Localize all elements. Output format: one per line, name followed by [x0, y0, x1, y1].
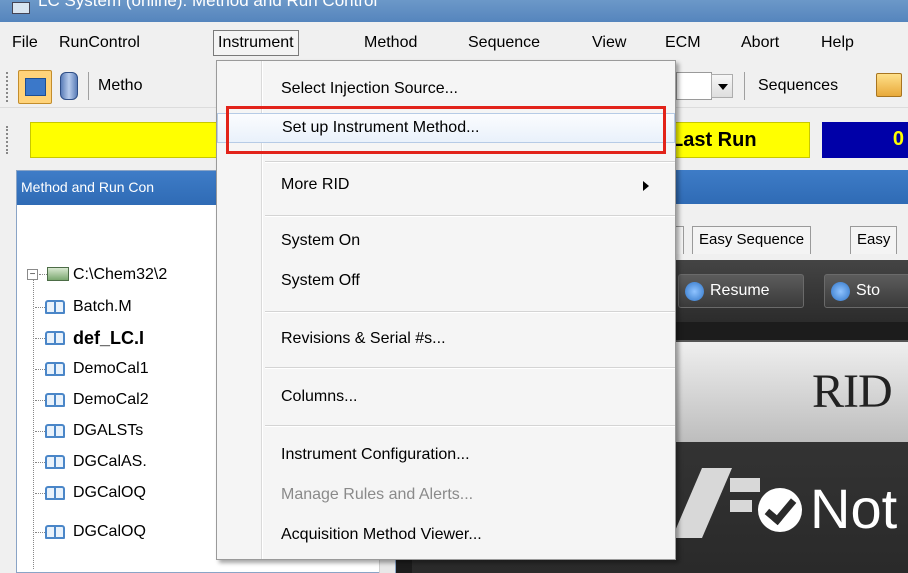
app-icon	[12, 2, 30, 14]
menu-item-revisions-serial[interactable]: Revisions & Serial #s...	[217, 325, 675, 355]
method-icon	[45, 331, 65, 345]
method-label: Metho	[98, 77, 143, 94]
menu-item-label: More RID	[281, 176, 350, 193]
menu-item-label: Acquisition Method Viewer...	[281, 526, 482, 543]
stop-icon	[831, 282, 850, 301]
menu-item-select-injection-source[interactable]: Select Injection Source...	[217, 75, 675, 105]
stop-button[interactable]: Sto	[824, 274, 908, 308]
method-icon	[45, 362, 65, 376]
tree-root-label: C:\Chem32\2	[73, 266, 168, 283]
stop-label: Sto	[856, 282, 881, 299]
menu-item-columns[interactable]: Columns...	[217, 383, 675, 413]
method-run-view-button[interactable]	[18, 70, 52, 104]
tree-line	[33, 279, 34, 569]
resume-label: Resume	[710, 282, 770, 299]
tree-item-label: DemoCal2	[73, 391, 149, 408]
menu-item-label: Columns...	[281, 388, 358, 405]
sequences-label: Sequences	[758, 77, 839, 94]
menu-separator	[265, 367, 675, 369]
menu-instrument[interactable]: Instrument	[213, 30, 299, 56]
status-grip[interactable]	[6, 126, 10, 154]
check-icon	[758, 488, 802, 532]
toolbar-grip[interactable]	[6, 72, 10, 102]
logo-icon	[672, 468, 760, 538]
method-icon	[45, 424, 65, 438]
annotation-highlight-box	[226, 106, 666, 154]
instrument-icon	[25, 78, 46, 96]
tree-line	[35, 431, 45, 432]
tree-item-label: DGALSTs	[73, 422, 144, 439]
menu-item-label: Instrument Configuration...	[281, 446, 470, 463]
menu-item-label: Manage Rules and Alerts...	[281, 486, 474, 503]
module-title: RID	[812, 365, 893, 418]
tree-line	[35, 532, 45, 533]
toolbar-separator	[88, 72, 89, 100]
method-icon	[45, 486, 65, 500]
tree-line	[35, 462, 45, 463]
tree-item-label: Batch.M	[73, 298, 132, 315]
resume-button[interactable]: Resume	[678, 274, 804, 308]
menu-separator	[265, 215, 675, 217]
menu-item-acquisition-method-viewer[interactable]: Acquisition Method Viewer...	[217, 521, 675, 551]
tree-line	[35, 338, 45, 339]
toolbar-separator	[744, 72, 745, 100]
window-title: LC System (online): Method and Run Contr…	[38, 0, 378, 10]
menu-file[interactable]: File	[12, 32, 38, 58]
tab-easy[interactable]: Easy	[850, 226, 898, 254]
method-icon	[45, 300, 65, 314]
last-run-status: Last Run	[660, 122, 810, 158]
menu-separator	[265, 311, 675, 313]
menu-item-system-off[interactable]: System Off	[217, 267, 675, 297]
chevron-down-icon	[718, 84, 728, 90]
menu-help[interactable]: Help	[821, 32, 854, 58]
tab-easy-sequence[interactable]: Easy Sequence	[692, 226, 812, 254]
menu-ecm[interactable]: ECM	[665, 32, 701, 58]
menu-item-label: System Off	[281, 272, 360, 289]
tree-line	[35, 369, 45, 370]
tree-item-label: DGCalOQ	[73, 484, 146, 501]
menu-view[interactable]: View	[592, 32, 626, 58]
menu-item-label: System On	[281, 232, 361, 249]
bottle-icon[interactable]	[60, 72, 78, 100]
instrument-status-bar	[30, 122, 220, 158]
tree-item-label: DGCalOQ	[73, 523, 146, 540]
title-bar: LC System (online): Method and Run Contr…	[0, 0, 908, 22]
menu-sequence[interactable]: Sequence	[468, 32, 540, 58]
module-status-text: Not	[810, 477, 898, 540]
menu-separator	[265, 161, 675, 163]
tree-line	[35, 400, 45, 401]
tree-item-label: def_LC.I	[73, 328, 145, 348]
method-icon	[45, 525, 65, 539]
drive-icon	[47, 267, 69, 281]
menu-item-manage-rules-alerts: Manage Rules and Alerts...	[217, 481, 675, 511]
tree-item-label: DGCalAS.	[73, 453, 147, 470]
method-icon	[45, 455, 65, 469]
menu-abort[interactable]: Abort	[741, 32, 779, 58]
tree-line	[35, 493, 45, 494]
open-folder-icon[interactable]	[876, 73, 902, 97]
menu-bar: File RunControl Instrument Method Sequen…	[0, 24, 908, 62]
method-dropdown-button[interactable]	[711, 74, 733, 98]
tree-item-label: DemoCal1	[73, 360, 149, 377]
menu-item-label: Revisions & Serial #s...	[281, 330, 446, 347]
menu-runcontrol[interactable]: RunControl	[59, 32, 140, 58]
menu-separator	[265, 425, 675, 427]
menu-item-system-on[interactable]: System On	[217, 227, 675, 257]
method-combo[interactable]	[676, 72, 712, 100]
menu-item-label: Select Injection Source...	[281, 80, 458, 97]
chevron-right-icon	[643, 181, 649, 191]
menu-item-more-rid[interactable]: More RID	[217, 171, 675, 201]
collapse-icon[interactable]: −	[27, 269, 38, 280]
menu-method[interactable]: Method	[364, 32, 417, 58]
play-icon	[685, 282, 704, 301]
tree-line	[35, 307, 45, 308]
method-icon	[45, 393, 65, 407]
menu-item-instrument-configuration[interactable]: Instrument Configuration...	[217, 441, 675, 471]
run-counter: 0	[822, 122, 908, 158]
